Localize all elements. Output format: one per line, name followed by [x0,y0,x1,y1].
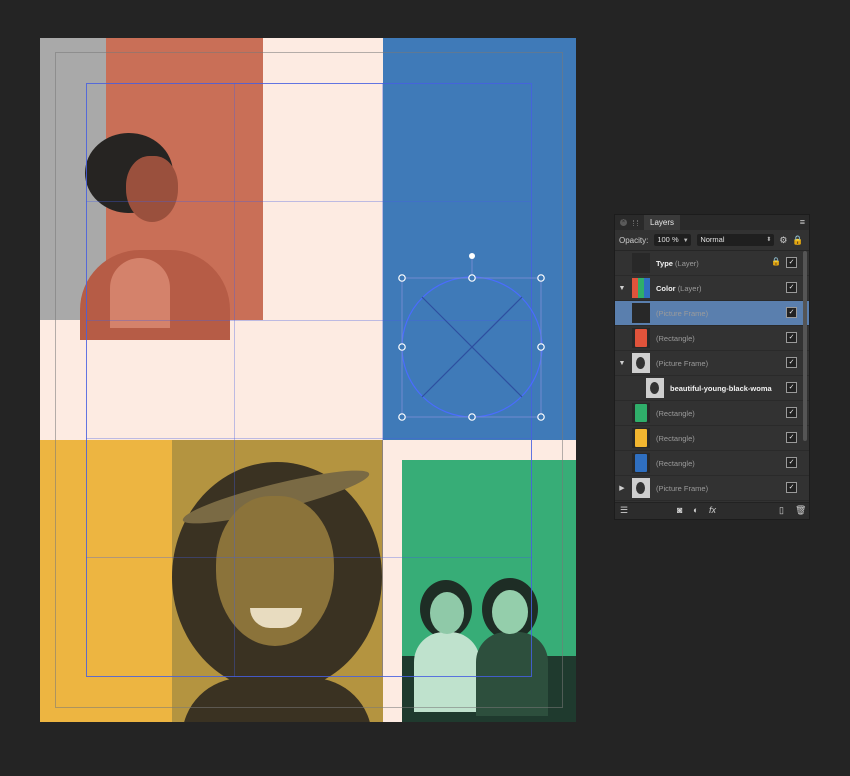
layer-thumbnail [632,328,650,348]
layer-name: (Picture Frame) [656,359,708,368]
tab-layers[interactable]: Layers [644,215,681,230]
layer-name: (Rectangle) [656,434,695,443]
layer-thumbnail [632,303,650,323]
color-swatch [635,429,647,447]
visibility-checkbox[interactable]: ✓ [786,257,797,268]
color-swatch [635,454,647,472]
layer-name: (Rectangle) [656,409,695,418]
layer-row[interactable]: (Rectangle) ✓ [615,401,809,426]
lock-icon[interactable]: 🔒 [771,257,781,266]
layer-kind: (Rectangle) [656,333,695,343]
photo-thumbnail [636,357,645,369]
layer-name: (Picture Frame) [656,309,708,318]
opacity-field[interactable]: 100 % ▼ [654,234,692,246]
layer-thumbnail [632,428,650,448]
visibility-checkbox[interactable]: ✓ [786,307,797,318]
layer-row[interactable]: ▼ (Picture Frame) ✓ [615,351,809,376]
layer-title: beautiful-young-black-woma [670,383,772,393]
visibility-checkbox[interactable]: ✓ [786,357,797,368]
fx-icon[interactable]: fx [709,505,716,515]
visibility-checkbox[interactable]: ✓ [786,282,797,293]
layer-row[interactable]: Type (Layer) 🔒 ✓ [615,251,809,276]
blend-mode-select[interactable]: Normal ⬍ [697,234,775,246]
layer-list-scrollbar[interactable] [803,251,807,441]
layer-thumbnail [646,378,664,398]
layer-thumbnail [632,478,650,498]
layer-thumbnail [632,253,650,273]
visibility-checkbox[interactable]: ✓ [786,332,797,343]
layer-name: (Rectangle) [656,334,695,343]
visibility-checkbox[interactable]: ✓ [786,382,797,393]
resize-handle[interactable] [537,343,545,351]
resize-handle[interactable] [398,413,406,421]
opacity-value: 100 % [657,235,679,244]
panel-footer: ☰ ◙ ◐ fx ▯ 🗑 [615,502,809,519]
layer-name: (Rectangle) [656,459,695,468]
layer-row[interactable]: beautiful-young-black-woma ✓ [615,376,809,401]
opacity-row: Opacity: 100 % ▼ Normal ⬍ ⚙ 🔒 [615,230,809,251]
layer-row[interactable]: (Rectangle) ✓ [615,326,809,351]
color-swatch [635,329,647,347]
stepper-icon: ⬍ [766,237,772,243]
layer-title: Type [656,258,673,268]
layer-row[interactable]: (Rectangle) ✓ [615,451,809,476]
layer-list: Type (Layer) 🔒 ✓ ▼ Color (Layer) ✓ (Picture Fr… [615,251,809,503]
expand-toggle-icon[interactable]: ▼ [615,360,629,367]
lock-icon[interactable]: 🔒 [792,235,803,246]
layer-kind: (Layer) [677,283,702,293]
resize-handle[interactable] [468,413,476,421]
layer-thumbnail [632,453,650,473]
mask-icon[interactable]: ◙ [677,505,682,515]
layer-row[interactable]: ▼ Color (Layer) ✓ [615,276,809,301]
layer-kind: (Rectangle) [656,458,695,468]
layer-thumbnail [632,353,650,373]
drag-grip-icon[interactable] [633,219,638,226]
adjustment-icon[interactable]: ◐ [693,505,698,515]
expand-toggle-icon[interactable]: ▶ [615,484,629,492]
layer-name: Type (Layer) [656,259,699,268]
gear-icon[interactable]: ⚙ [779,235,787,246]
layer-kind: (Rectangle) [656,433,695,443]
rotate-handle[interactable] [469,253,475,259]
layers-stack-icon[interactable]: ☰ [620,505,628,516]
resize-handle[interactable] [398,343,406,351]
trash-icon[interactable]: 🗑 [795,505,806,516]
visibility-checkbox[interactable]: ✓ [786,482,797,493]
visibility-checkbox[interactable]: ✓ [786,432,797,443]
layer-kind: (Layer) [675,258,699,268]
empty-picture-frame[interactable] [401,276,543,418]
visibility-checkbox[interactable]: ✓ [786,407,797,418]
new-layer-icon[interactable]: ▯ [779,505,784,516]
layers-panel: × Layers ≡ Opacity: 100 % ▼ Normal ⬍ ⚙ 🔒… [614,214,810,520]
layer-thumbnail [632,278,650,298]
layer-kind: (Rectangle) [656,408,695,418]
expand-toggle-icon[interactable]: ▼ [615,285,629,292]
resize-handle[interactable] [537,274,545,282]
layer-row[interactable]: (Picture Frame) ✓ [615,301,809,326]
layer-name: Color (Layer) [656,284,701,293]
visibility-checkbox[interactable]: ✓ [786,457,797,468]
panel-tab-bar: × Layers ≡ [615,215,809,230]
layer-kind: (Picture Frame) [656,483,709,493]
photo-thumbnail [636,482,645,494]
layer-kind: (Picture Frame) [656,308,709,318]
resize-handle[interactable] [468,274,476,282]
color-swatch [635,404,647,422]
photo-thumbnail [650,382,659,394]
blend-mode-value: Normal [700,235,725,244]
layer-thumbnail [632,403,650,423]
layer-title: Color [656,283,676,293]
layer-name: (Picture Frame) [656,484,708,493]
resize-handle[interactable] [398,274,406,282]
resize-handle[interactable] [537,413,545,421]
opacity-label: Opacity: [619,235,649,245]
layer-row[interactable]: (Rectangle) ✓ [615,426,809,451]
panel-menu-icon[interactable]: ≡ [800,217,805,227]
chevron-down-icon[interactable]: ▼ [683,238,689,244]
layer-row[interactable]: ▶ (Picture Frame) ✓ [615,476,809,501]
layer-kind: (Picture Frame) [656,358,709,368]
layer-name: beautiful-young-black-woma [670,384,772,393]
close-panel-icon[interactable]: × [620,219,627,226]
